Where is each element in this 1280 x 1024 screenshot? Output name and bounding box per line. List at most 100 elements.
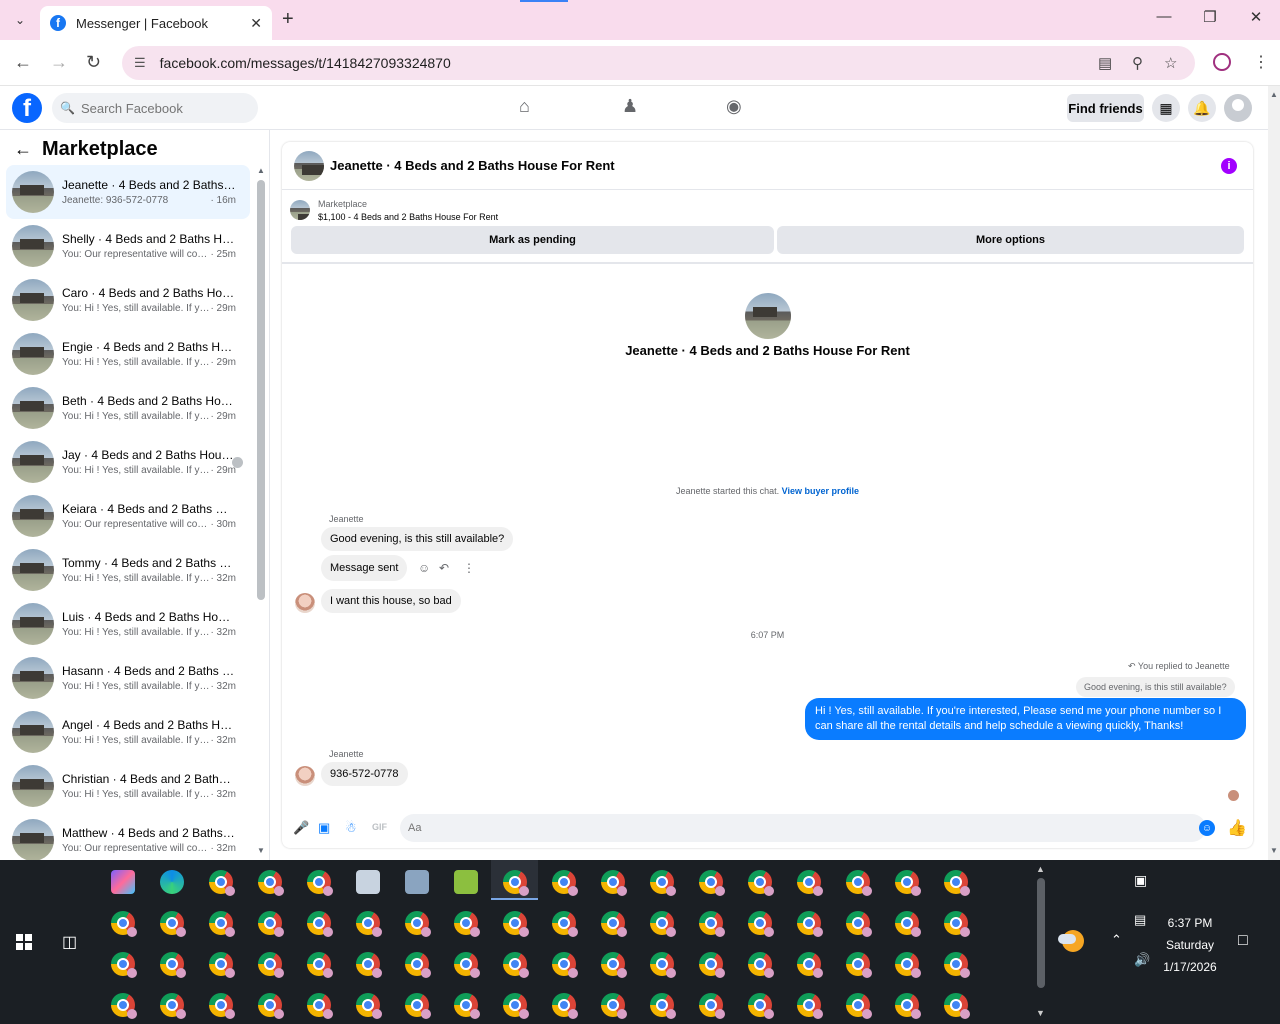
friends-icon[interactable]: ♟ [622, 96, 638, 117]
back-arrow-icon[interactable]: ← [14, 139, 32, 160]
chrome-profile-icon[interactable] [846, 993, 872, 1019]
outgoing-message[interactable]: Hi ! Yes, still available. If you're int… [805, 698, 1246, 740]
chrome-profile-icon[interactable] [944, 952, 970, 978]
forward-arrow-icon[interactable]: → [50, 52, 68, 73]
contacts-app-icon[interactable] [356, 870, 380, 894]
edge-icon[interactable] [160, 870, 184, 894]
reply-icon[interactable]: ↶ [439, 561, 449, 575]
incoming-message[interactable]: 936-572-0778 [321, 762, 408, 786]
chrome-profile-icon[interactable] [797, 993, 823, 1019]
scroll-up-icon[interactable]: ▲ [257, 166, 265, 175]
chrome-profile-icon[interactable] [699, 952, 725, 978]
facebook-search[interactable]: 🔍 [52, 93, 258, 123]
chrome-profile-icon[interactable] [895, 870, 921, 896]
weather-icon[interactable] [1058, 930, 1084, 952]
home-icon[interactable]: ⌂ [519, 96, 530, 117]
message-input[interactable] [408, 822, 1168, 834]
chrome-profile-icon[interactable] [650, 952, 676, 978]
bookmark-star-icon[interactable]: ☆ [1164, 54, 1177, 72]
system-clock[interactable]: 6:37 PM Saturday 1/17/2026 [1152, 912, 1228, 978]
conversation-item[interactable]: Jay · 4 Beds and 2 Baths House For Rent Y… [6, 435, 250, 489]
conversation-item[interactable]: Jeanette · 4 Beds and 2 Baths House For … [6, 165, 250, 219]
more-options-button[interactable]: More options [777, 226, 1244, 254]
sender-avatar[interactable] [295, 766, 315, 786]
incoming-message[interactable]: Message sent [321, 555, 408, 581]
url-text[interactable]: facebook.com/messages/t/1418427093324870 [160, 55, 451, 71]
reload-icon[interactable]: ↻ [86, 52, 101, 73]
chrome-profile-icon[interactable] [846, 870, 872, 896]
copilot-icon[interactable] [111, 870, 135, 894]
chrome-profile-icon[interactable] [552, 911, 578, 937]
conversation-item[interactable]: Keiara · 4 Beds and 2 Baths House For Re… [6, 489, 250, 543]
conversation-item[interactable]: Shelly · 4 Beds and 2 Baths House For Re… [6, 219, 250, 273]
photo-icon[interactable]: ▣ [318, 820, 330, 836]
photos-app-icon[interactable] [405, 870, 429, 894]
task-view-icon[interactable]: ◫ [62, 932, 77, 952]
info-icon[interactable]: i [1221, 158, 1237, 174]
taskbar-scroll-thumb[interactable] [1037, 878, 1045, 988]
back-arrow-icon[interactable]: ← [14, 52, 32, 73]
chrome-profile-icon[interactable] [356, 952, 382, 978]
react-emoji-icon[interactable]: ☺ [418, 561, 430, 575]
conversation-item[interactable]: Engie · 4 Beds and 2 Baths House For Ren… [6, 327, 250, 381]
chrome-profile-icon[interactable] [356, 911, 382, 937]
new-tab-button[interactable]: + [282, 8, 294, 31]
chrome-profile-icon[interactable] [699, 911, 725, 937]
conversation-item[interactable]: Tommy · 4 Beds and 2 Baths House For Ren… [6, 543, 250, 597]
chrome-profile-icon[interactable] [846, 911, 872, 937]
chrome-profile-icon[interactable] [797, 952, 823, 978]
page-scroll-up-icon[interactable]: ▲ [1270, 90, 1278, 99]
chrome-profile-icon[interactable] [356, 993, 382, 1019]
chrome-profile-icon[interactable] [454, 911, 480, 937]
emoji-icon[interactable]: ☺ [1199, 820, 1215, 836]
chrome-profile-icon[interactable] [160, 993, 186, 1019]
tab-close-icon[interactable]: ✕ [250, 15, 262, 32]
volume-icon[interactable]: 🔊 [1134, 952, 1150, 968]
chrome-profile-icon[interactable] [111, 993, 137, 1019]
chrome-profile-icon[interactable] [503, 952, 529, 978]
chrome-profile-icon[interactable] [307, 911, 333, 937]
chrome-profile-icon[interactable] [601, 952, 627, 978]
chrome-profile-icon[interactable] [601, 870, 627, 896]
groups-icon[interactable]: ◉ [726, 96, 742, 117]
mark-as-pending-button[interactable]: Mark as pending [291, 226, 774, 254]
chrome-profile-icon[interactable] [601, 993, 627, 1019]
minimize-icon[interactable]: — [1141, 8, 1187, 25]
restore-icon[interactable]: ❐ [1187, 8, 1233, 26]
zoom-icon[interactable]: ⚲ [1132, 54, 1143, 72]
chrome-profile-icon[interactable] [209, 870, 235, 896]
conversation-item[interactable]: Angel · 4 Beds and 2 Baths House For Ren… [6, 705, 250, 759]
omnibox[interactable]: ☰ facebook.com/messages/t/14184270933248… [122, 46, 1195, 80]
chrome-profile-icon[interactable] [209, 952, 235, 978]
more-actions-icon[interactable]: ⋮ [463, 561, 475, 575]
show-hidden-icons-icon[interactable]: ⌃ [1111, 932, 1122, 948]
chrome-profile-icon[interactable] [405, 911, 431, 937]
chrome-profile-icon[interactable] [748, 870, 774, 896]
chrome-profile-icon[interactable] [503, 911, 529, 937]
sticker-icon[interactable]: ☃ [345, 820, 357, 836]
chrome-profile-icon[interactable] [748, 952, 774, 978]
chrome-profile-icon[interactable] [405, 993, 431, 1019]
chrome-profile-icon[interactable] [699, 993, 725, 1019]
incoming-message[interactable]: Good evening, is this still available? [321, 527, 514, 551]
chrome-profile-icon[interactable] [258, 911, 284, 937]
listing-thumbnail[interactable] [294, 150, 324, 181]
chrome-profile-icon[interactable] [503, 993, 529, 1019]
conversation-item[interactable]: Matthew · 4 Beds and 2 Baths House For R… [6, 813, 250, 860]
chrome-profile-icon[interactable] [307, 993, 333, 1019]
chrome-profile-icon[interactable] [895, 993, 921, 1019]
chrome-profile-icon[interactable] [748, 993, 774, 1019]
taskbar-scroll-up-icon[interactable]: ▲ [1036, 864, 1045, 874]
chrome-profile-icon[interactable] [209, 993, 235, 1019]
network-icon[interactable]: ▤ [1134, 912, 1146, 928]
sidebar-scrollbar[interactable] [257, 180, 265, 600]
sender-avatar[interactable] [295, 593, 315, 613]
notification-center-icon[interactable]: □ [1238, 932, 1248, 950]
chrome-profile-icon[interactable] [258, 870, 284, 896]
taskbar-scroller[interactable]: ▲ ▼ [1035, 864, 1047, 1020]
install-app-icon[interactable]: ▤ [1098, 54, 1112, 72]
chrome-profile-icon[interactable] [748, 911, 774, 937]
chrome-profile-icon[interactable] [552, 993, 578, 1019]
chrome-profile-icon[interactable] [209, 911, 235, 937]
scroll-down-icon[interactable]: ▼ [257, 846, 265, 855]
